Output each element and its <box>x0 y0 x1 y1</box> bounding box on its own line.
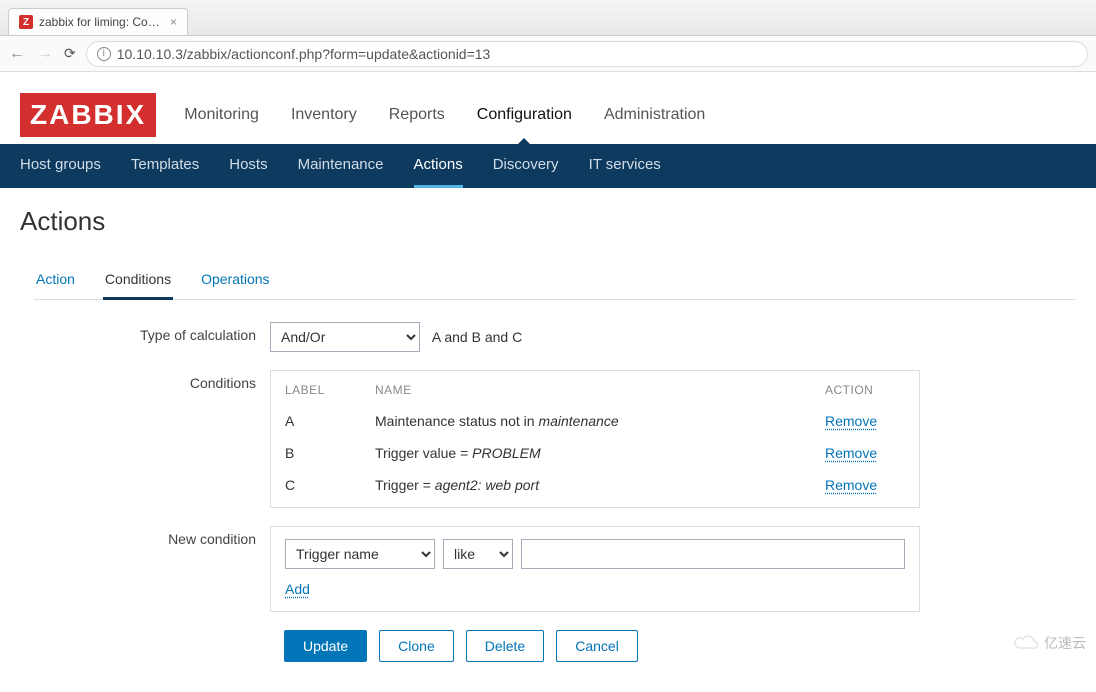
sub-nav: Host groups Templates Hosts Maintenance … <box>0 144 1096 188</box>
nav-inventory[interactable]: Inventory <box>291 86 357 144</box>
condition-value-input[interactable] <box>521 539 905 569</box>
subnav-hosts[interactable]: Hosts <box>229 144 267 188</box>
zabbix-logo[interactable]: ZABBIX <box>20 93 156 137</box>
forward-icon[interactable]: → <box>36 45 54 63</box>
tab-operations[interactable]: Operations <box>199 263 271 299</box>
new-condition-box: Trigger name like Add <box>270 526 920 612</box>
url-text: 10.10.10.3/zabbix/actionconf.php?form=up… <box>117 46 491 62</box>
cond-name: Trigger value = PROBLEM <box>375 437 825 469</box>
col-action: ACTION <box>825 379 905 405</box>
tab-title: zabbix for liming: Conf... <box>39 15 164 29</box>
url-input[interactable]: i 10.10.10.3/zabbix/actionconf.php?form=… <box>86 41 1088 67</box>
tab-action[interactable]: Action <box>34 263 77 299</box>
nav-monitoring[interactable]: Monitoring <box>184 86 259 144</box>
col-label: LABEL <box>285 379 375 405</box>
table-row: B Trigger value = PROBLEM Remove <box>285 437 905 469</box>
form-tabs: Action Conditions Operations <box>34 263 1076 300</box>
delete-button[interactable]: Delete <box>466 630 544 662</box>
nav-reports[interactable]: Reports <box>389 86 445 144</box>
page-body: Actions Action Conditions Operations Typ… <box>0 188 1096 692</box>
page-title: Actions <box>20 206 1076 237</box>
browser-tab[interactable]: Z zabbix for liming: Conf... × <box>8 8 188 35</box>
label-calc: Type of calculation <box>20 322 270 343</box>
watermark: 亿速云 <box>1012 633 1086 653</box>
select-condition-operator[interactable]: like <box>443 539 513 569</box>
select-calc-type[interactable]: And/Or <box>270 322 420 352</box>
select-condition-type[interactable]: Trigger name <box>285 539 435 569</box>
col-name: NAME <box>375 379 825 405</box>
subnav-maintenance[interactable]: Maintenance <box>298 144 384 188</box>
row-new-condition: New condition Trigger name like Add <box>20 526 1076 612</box>
button-row: Update Clone Delete Cancel <box>284 630 1076 662</box>
subnav-host-groups[interactable]: Host groups <box>20 144 101 188</box>
info-icon[interactable]: i <box>97 47 111 61</box>
cond-label: C <box>285 469 375 501</box>
remove-link[interactable]: Remove <box>825 445 877 461</box>
tab-conditions[interactable]: Conditions <box>103 263 173 300</box>
favicon-icon: Z <box>19 15 33 29</box>
row-conditions: Conditions LABEL NAME ACTION <box>20 370 1076 508</box>
reload-icon[interactable]: ⟳ <box>64 45 76 62</box>
table-row: A Maintenance status not in maintenance … <box>285 405 905 437</box>
cond-name: Maintenance status not in maintenance <box>375 405 825 437</box>
nav-configuration[interactable]: Configuration <box>477 86 572 144</box>
browser-address-bar: ← → ⟳ i 10.10.10.3/zabbix/actionconf.php… <box>0 36 1096 72</box>
subnav-discovery[interactable]: Discovery <box>493 144 559 188</box>
label-new-condition: New condition <box>20 526 270 547</box>
close-icon[interactable]: × <box>170 15 177 29</box>
app-header: ZABBIX Monitoring Inventory Reports Conf… <box>0 72 1096 144</box>
remove-link[interactable]: Remove <box>825 413 877 429</box>
clone-button[interactable]: Clone <box>379 630 454 662</box>
calc-expression: A and B and C <box>432 329 522 345</box>
cancel-button[interactable]: Cancel <box>556 630 638 662</box>
subnav-actions[interactable]: Actions <box>414 144 463 188</box>
subnav-it-services[interactable]: IT services <box>589 144 661 188</box>
cond-label: A <box>285 405 375 437</box>
subnav-templates[interactable]: Templates <box>131 144 199 188</box>
conditions-table: LABEL NAME ACTION A Maintenance status n… <box>285 379 905 501</box>
cloud-icon <box>1012 634 1040 652</box>
main-nav: Monitoring Inventory Reports Configurati… <box>184 86 705 144</box>
add-condition-link[interactable]: Add <box>285 581 310 597</box>
nav-administration[interactable]: Administration <box>604 86 705 144</box>
row-calc: Type of calculation And/Or A and B and C <box>20 322 1076 352</box>
label-conditions: Conditions <box>20 370 270 391</box>
table-row: C Trigger = agent2: web port Remove <box>285 469 905 501</box>
update-button[interactable]: Update <box>284 630 367 662</box>
back-icon[interactable]: ← <box>8 45 26 63</box>
form-area: Type of calculation And/Or A and B and C… <box>20 300 1076 662</box>
cond-label: B <box>285 437 375 469</box>
browser-tab-strip: Z zabbix for liming: Conf... × <box>0 0 1096 36</box>
conditions-box: LABEL NAME ACTION A Maintenance status n… <box>270 370 920 508</box>
remove-link[interactable]: Remove <box>825 477 877 493</box>
cond-name: Trigger = agent2: web port <box>375 469 825 501</box>
